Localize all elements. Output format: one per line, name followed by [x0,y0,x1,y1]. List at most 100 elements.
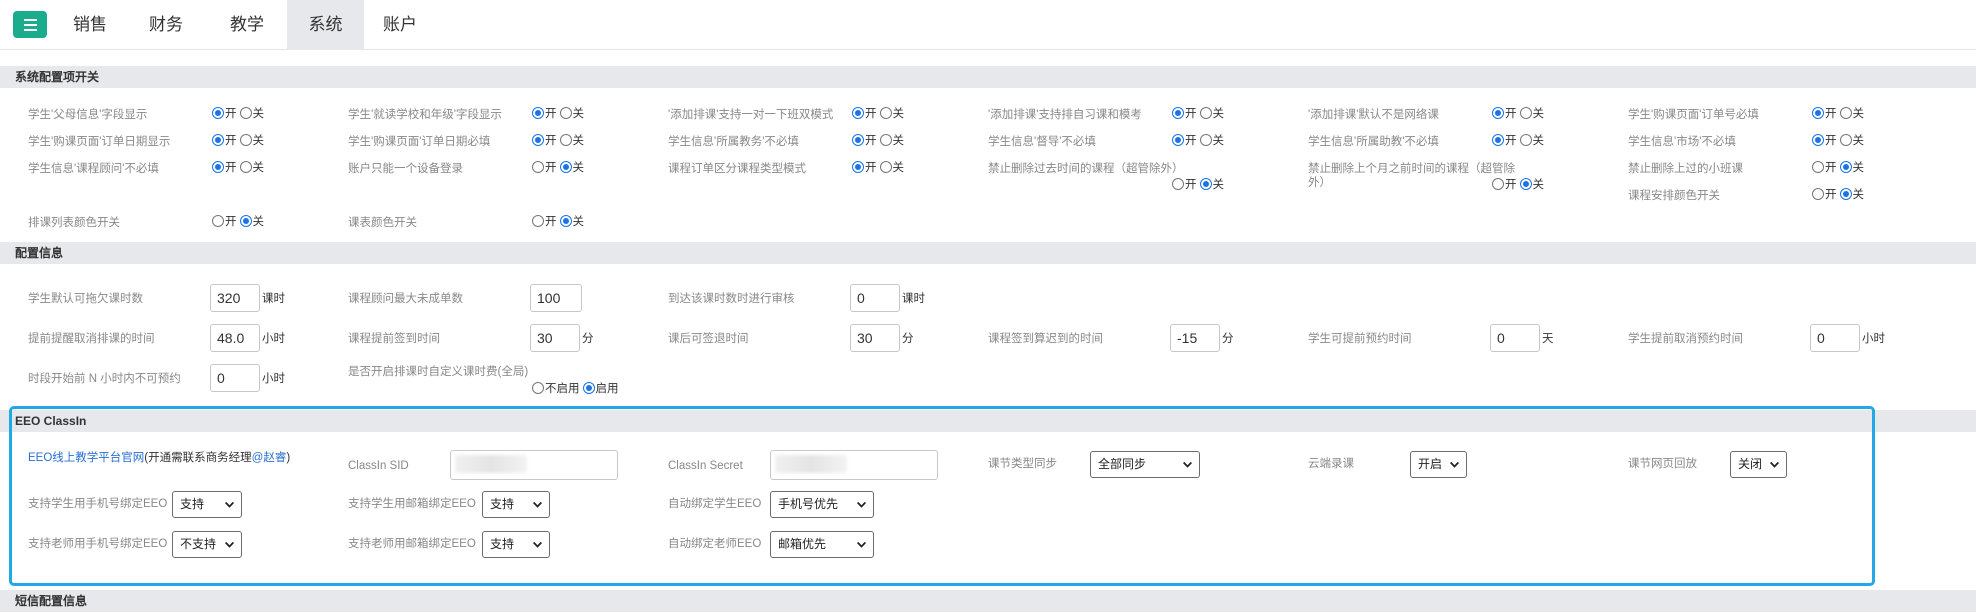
eeo-contact-link[interactable]: @赵睿 [252,452,287,464]
nav-tab-system[interactable]: 系统 [287,0,364,50]
switch-off-radio[interactable] [1519,178,1532,190]
chevron-down-icon [1183,461,1192,468]
classin-secret-input[interactable] [770,450,938,480]
classin-sid-input[interactable] [450,450,618,480]
switch-off-radio[interactable] [1839,188,1852,200]
radio-on-label: 开 [865,135,877,147]
switch-off-radio[interactable] [1199,134,1212,146]
switch-on-radio[interactable] [1492,107,1504,119]
switch-off-radio[interactable] [239,215,252,227]
switch-off-radio[interactable] [1199,178,1212,190]
config-input[interactable]: 0 [210,364,260,392]
nav-tab-teaching[interactable]: 教学 [227,0,267,50]
eeo-select[interactable]: 不支持 [172,531,242,558]
switch-label: 课程订单区分课程类型模式 [668,163,806,175]
switch-on-radio[interactable] [532,107,544,119]
switch-off-radio[interactable] [239,161,252,173]
switch-off-radio[interactable] [1839,161,1852,173]
config-input[interactable]: 30 [850,324,900,352]
eeo-note-prefix: (开通需联系商务经理 [144,452,252,464]
switch-on-radio[interactable] [212,107,224,119]
switch-off-radio[interactable] [1519,134,1532,146]
switch-on-radio[interactable] [1172,107,1184,119]
config-label: 课后可签退时间 [668,333,749,345]
switch-on-radio[interactable] [852,134,864,146]
radio-on-label: 开 [225,108,237,120]
config-input[interactable]: 0 [1810,324,1860,352]
switch-on-radio[interactable] [1812,188,1824,200]
eeo-select[interactable]: 支持 [482,491,550,518]
nav-tab-finance[interactable]: 财务 [146,0,186,50]
switch-on-radio[interactable] [532,215,544,227]
switch-off-radio[interactable] [559,161,572,173]
config-label: 学生可提前预约时间 [1308,333,1412,345]
section-title-sms: 短信配置信息 [0,590,1976,612]
radio-enable-label: 启用 [595,383,619,395]
switch-off-radio[interactable] [879,161,892,173]
custom-fee-enable-radio[interactable] [582,382,595,394]
switch-off-radio[interactable] [559,134,572,146]
switch-on-radio[interactable] [1812,134,1824,146]
switch-on-radio[interactable] [212,161,224,173]
config-input[interactable]: 100 [530,284,582,312]
config-unit: 天 [1542,333,1554,345]
switch-label: 课程安排颜色开关 [1628,190,1720,202]
nav-tab-account[interactable]: 账户 [380,0,420,50]
switch-off-radio[interactable] [559,215,572,227]
config-input[interactable]: 0 [1490,324,1540,352]
switch-off-radio[interactable] [1839,134,1852,146]
switch-on-radio[interactable] [212,134,224,146]
nav-tab-sales[interactable]: 销售 [70,0,110,50]
eeo-select[interactable]: 开启 [1410,451,1467,478]
hamburger-menu-icon[interactable] [13,11,47,38]
switch-on-radio[interactable] [212,215,224,227]
custom-fee-disable-radio[interactable] [532,382,544,394]
switch-off-radio[interactable] [239,107,252,119]
radio-on-label: 开 [865,162,877,174]
switch-off-radio[interactable] [1519,107,1532,119]
config-input[interactable]: 0 [850,284,900,312]
eeo-select[interactable]: 关闭 [1730,451,1787,478]
radio-on-label: 开 [1825,108,1837,120]
switch-off-radio[interactable] [1199,107,1212,119]
config-input[interactable]: 30 [530,324,580,352]
switch-off-radio[interactable] [879,134,892,146]
config-input[interactable]: 48.0 [210,324,260,352]
config-input[interactable]: 320 [210,284,260,312]
radio-on-label: 开 [225,162,237,174]
eeo-select[interactable]: 全部同步 [1090,451,1200,478]
eeo-select[interactable]: 支持 [172,491,242,518]
switch-on-radio[interactable] [852,107,864,119]
radio-off-label: 关 [1212,179,1225,191]
switch-on-radio[interactable] [1812,107,1824,119]
section-title-config: 配置信息 [0,242,1976,264]
switch-on-radio[interactable] [1172,178,1184,190]
switch-on-radio[interactable] [532,134,544,146]
config-label: 提前提醒取消排课的时间 [28,333,155,345]
switch-radio-group: 开关 [852,160,907,174]
switch-label: 学生'父母信息'字段显示 [28,109,148,121]
eeo-select-value: 支持 [490,537,515,551]
switch-off-radio[interactable] [559,107,572,119]
switch-off-radio[interactable] [1839,107,1852,119]
switch-on-radio[interactable] [1492,134,1504,146]
eeo-select[interactable]: 邮箱优先 [770,531,874,558]
config-label: 学生提前取消预约时间 [1628,333,1743,345]
radio-off-label: 关 [892,108,905,120]
switch-off-radio[interactable] [879,107,892,119]
switch-on-radio[interactable] [532,161,544,173]
eeo-select[interactable]: 支持 [482,531,550,558]
radio-off-label: 关 [252,108,265,120]
top-nav: 销售 财务 教学 系统 账户 [0,0,1976,50]
switch-on-radio[interactable] [1812,161,1824,173]
switch-on-radio[interactable] [1172,134,1184,146]
switch-off-radio[interactable] [239,134,252,146]
switch-on-radio[interactable] [852,161,864,173]
switch-radio-group: 开关 [1812,187,1867,201]
switch-label: '添加排课'支持一对一下班双模式 [668,109,834,121]
config-input[interactable]: -15 [1170,324,1220,352]
switch-radio-group: 开关 [1812,160,1867,174]
switch-on-radio[interactable] [1492,178,1504,190]
eeo-select[interactable]: 手机号优先 [770,491,874,518]
eeo-website-link[interactable]: EEO线上教学平台官网 [28,452,144,464]
